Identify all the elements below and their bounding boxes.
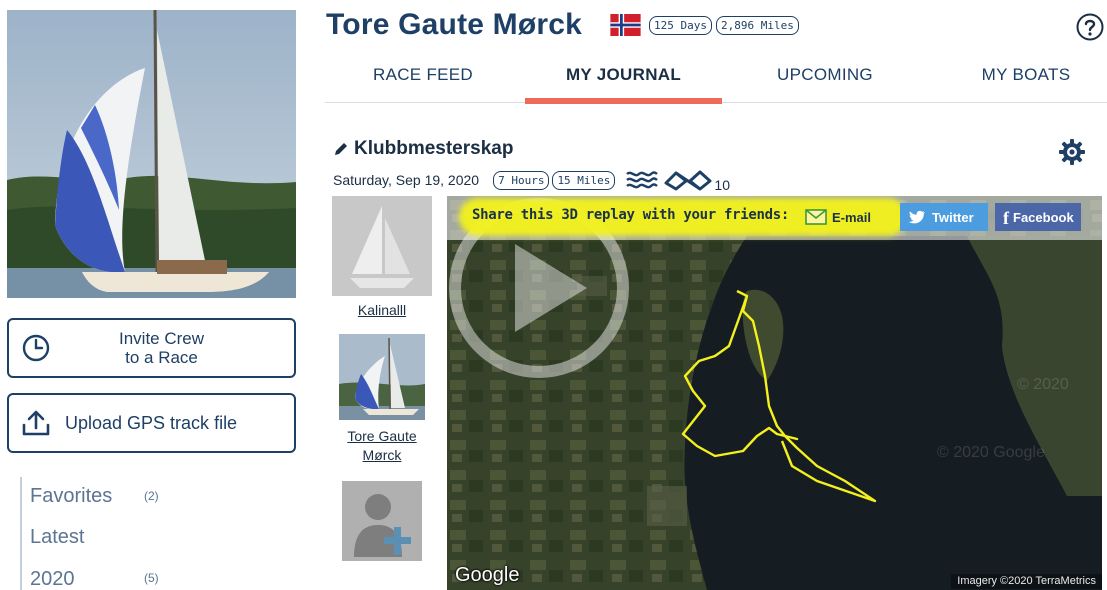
google-logo: Google xyxy=(455,564,520,586)
help-icon[interactable] xyxy=(1076,13,1104,41)
journal-filter-list: Favorites (2) Latest 2020 (5) xyxy=(20,477,280,590)
tab-race-feed[interactable]: RACE FEED xyxy=(345,55,501,103)
envelope-icon xyxy=(805,209,827,225)
tab-my-journal[interactable]: MY JOURNAL xyxy=(525,55,722,104)
norway-flag-icon xyxy=(610,14,641,36)
entry-title-row: Klubbmesterskap xyxy=(333,138,513,160)
tab-upcoming[interactable]: UPCOMING xyxy=(745,55,905,103)
share-bar: Share this 3D replay with your friends: … xyxy=(447,196,1102,240)
miles-pill: 2,896 Miles xyxy=(716,15,799,35)
pencil-icon[interactable] xyxy=(333,141,349,157)
crew-user-name-link[interactable]: Tore Gaute Mørck xyxy=(330,427,434,465)
map-watermark-1: © 2020 xyxy=(1017,376,1069,393)
gear-icon[interactable] xyxy=(1057,137,1087,167)
share-facebook-button[interactable]: f Facebook xyxy=(995,203,1081,231)
imagery-credit: Imagery ©2020 TerraMetrics xyxy=(951,574,1102,589)
invite-crew-button[interactable]: Invite Crew to a Race xyxy=(7,318,296,378)
share-twitter-button[interactable]: Twitter xyxy=(900,203,988,231)
boat-placeholder-image[interactable] xyxy=(332,196,432,296)
map-watermark-2: © 2020 Google xyxy=(937,444,1045,461)
waves-icon xyxy=(626,171,659,189)
sailboat-icon xyxy=(350,206,414,288)
boat-name-link[interactable]: Kalinalll xyxy=(332,302,432,318)
filter-latest[interactable]: Latest xyxy=(20,515,280,559)
user-name: Tore Gaute Mørck xyxy=(326,8,583,41)
clock-icon xyxy=(22,334,50,362)
filter-favorites[interactable]: Favorites (2) xyxy=(20,477,280,515)
upload-icon xyxy=(22,410,50,436)
entry-meta: Saturday, Sep 19, 2020 7 Hours 15 Miles … xyxy=(333,168,730,193)
days-pill: 125 Days xyxy=(649,15,713,35)
facebook-f-icon: f xyxy=(1003,207,1009,228)
entry-date: Saturday, Sep 19, 2020 xyxy=(333,172,480,188)
share-email-button[interactable]: E-mail xyxy=(805,203,891,231)
hours-pill: 7 Hours xyxy=(493,170,550,190)
profile-header: Tore Gaute Mørck 125 Days 2,896 Miles xyxy=(326,5,799,45)
entry-title[interactable]: Klubbmesterskap xyxy=(354,138,513,160)
upload-gps-label: Upload GPS track file xyxy=(65,412,238,433)
race-flags-icon xyxy=(664,170,712,191)
add-person-icon xyxy=(354,494,411,557)
entry-miles-pill: 15 Miles xyxy=(552,170,616,190)
replay-map[interactable]: © 2020 © 2020 Google Share this 3D repla… xyxy=(447,196,1102,590)
upload-gps-button[interactable]: Upload GPS track file xyxy=(7,393,296,453)
filter-2020[interactable]: 2020 (5) xyxy=(20,559,280,590)
main-tabs: RACE FEED MY JOURNAL UPCOMING MY BOATS xyxy=(325,55,1107,104)
crew-user-avatar[interactable] xyxy=(339,334,425,420)
tab-my-boats[interactable]: MY BOATS xyxy=(945,55,1107,103)
profile-photo xyxy=(7,10,296,298)
twitter-bird-icon xyxy=(908,210,925,224)
share-prompt: Share this 3D replay with your friends: xyxy=(472,207,790,223)
flag-count: 10 xyxy=(714,177,730,193)
add-crew-button[interactable] xyxy=(342,481,422,561)
invite-crew-label: Invite Crew to a Race xyxy=(118,329,205,367)
